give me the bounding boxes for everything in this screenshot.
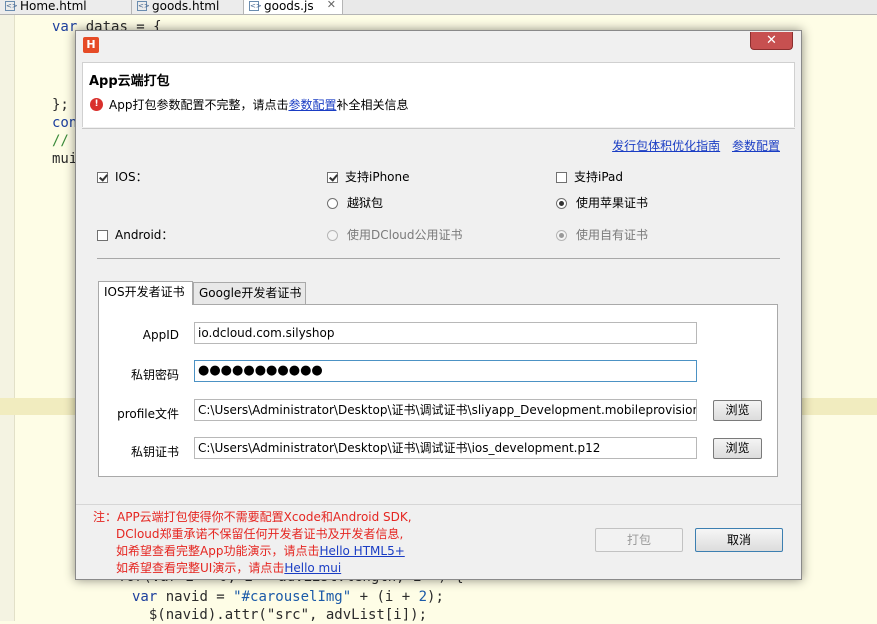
dialog-title: App云端打包: [89, 74, 170, 89]
error-message: App打包参数配置不完整，请点击参数配置补全相关信息: [109, 98, 409, 112]
profile-label: profile文件: [117, 407, 179, 421]
password-input[interactable]: ●●●●●●●●●●●: [194, 360, 697, 382]
password-label: 私钥密码: [130, 368, 179, 382]
code-line: var navid = "#carouselImg" + (i + 2);: [132, 589, 444, 605]
code-line: //: [52, 133, 69, 149]
dialog-titlebar[interactable]: H ✕: [76, 31, 801, 62]
editor-tab-bar: <> Home.html <> goods.html <> goods.js ✕: [0, 0, 877, 15]
radio-unselected-icon: [327, 198, 338, 209]
radio-selected-icon: [556, 230, 567, 241]
ios-cert-panel: AppID io.dcloud.com.silyshop 私钥密码 ●●●●●●…: [98, 304, 778, 477]
cert-browse-button[interactable]: 浏览: [713, 438, 762, 459]
code-line: mui: [52, 151, 78, 167]
ios-checkbox[interactable]: IOS：: [97, 171, 148, 184]
code-line: con: [52, 115, 78, 131]
tab-label: goods.html: [152, 0, 220, 13]
close-tab-icon[interactable]: ✕: [327, 0, 336, 11]
checkbox-checked-icon: [97, 172, 108, 183]
jailbreak-radio[interactable]: 越狱包: [327, 197, 383, 210]
dialog-header: App云端打包 ! App打包参数配置不完整，请点击参数配置补全相关信息: [82, 62, 795, 127]
apple-cert-radio[interactable]: 使用苹果证书: [556, 197, 648, 210]
dcloud-cert-radio: 使用DCloud公用证书: [327, 229, 463, 242]
tab-google-cert[interactable]: Google开发者证书: [193, 282, 306, 304]
size-optimize-guide-link[interactable]: 发行包体积优化指南: [612, 139, 720, 153]
html-file-icon: <>: [137, 1, 150, 11]
footer-divider: [76, 504, 801, 505]
pack-button[interactable]: 打包: [595, 528, 683, 552]
checkbox-checked-icon: [327, 172, 338, 183]
editor-gutter: [0, 15, 15, 621]
tab-goods-js[interactable]: <> goods.js ✕: [244, 0, 343, 14]
html-file-icon: <>: [5, 1, 18, 11]
cert-label: 私钥证书: [130, 445, 179, 459]
js-file-icon: <>: [249, 1, 262, 11]
own-cert-radio: 使用自有证书: [556, 229, 648, 242]
code-line: };: [52, 97, 69, 113]
error-icon: !: [90, 98, 103, 111]
support-ipad-checkbox[interactable]: 支持iPad: [556, 171, 623, 184]
app-cloud-pack-dialog: H ✕ App云端打包 ! App打包参数配置不完整，请点击参数配置补全相关信息…: [75, 30, 802, 580]
tab-ios-cert[interactable]: IOS开发者证书: [98, 281, 193, 305]
radio-selected-icon: [556, 198, 567, 209]
hello-mui-link[interactable]: Hello mui: [284, 561, 341, 575]
profile-browse-button[interactable]: 浏览: [713, 400, 762, 421]
tab-home-html[interactable]: <> Home.html: [0, 0, 132, 14]
hello-html5-link[interactable]: Hello HTML5+: [319, 544, 404, 558]
appid-label: AppID: [142, 328, 179, 342]
checkbox-unchecked-icon: [556, 172, 567, 183]
hbuilder-logo-icon: H: [83, 37, 99, 53]
section-divider: [97, 258, 780, 259]
cert-input[interactable]: C:\Users\Administrator\Desktop\证书\调试证书\i…: [194, 437, 697, 459]
profile-input[interactable]: C:\Users\Administrator\Desktop\证书\调试证书\s…: [194, 399, 697, 421]
top-links: 发行包体积优化指南 参数配置: [612, 137, 780, 154]
appid-input[interactable]: io.dcloud.com.silyshop: [194, 322, 697, 344]
cancel-button[interactable]: 取消: [695, 528, 783, 552]
radio-unselected-icon: [327, 230, 338, 241]
tab-label: Home.html: [20, 0, 87, 13]
close-button[interactable]: ✕: [750, 32, 793, 50]
tab-goods-html[interactable]: <> goods.html: [132, 0, 244, 14]
checkbox-unchecked-icon: [97, 230, 108, 241]
code-line: $(navid).attr("src", advList[i]);: [132, 607, 428, 623]
note-text: 注：APP云端打包使得你不需要配置Xcode和Android SDK, DClo…: [93, 510, 412, 575]
support-iphone-checkbox[interactable]: 支持iPhone: [327, 171, 410, 184]
param-config-link-2[interactable]: 参数配置: [732, 139, 780, 153]
tab-label: goods.js: [264, 0, 314, 13]
param-config-link[interactable]: 参数配置: [288, 98, 336, 112]
android-checkbox[interactable]: Android：: [97, 229, 173, 242]
header-divider: [82, 128, 795, 129]
